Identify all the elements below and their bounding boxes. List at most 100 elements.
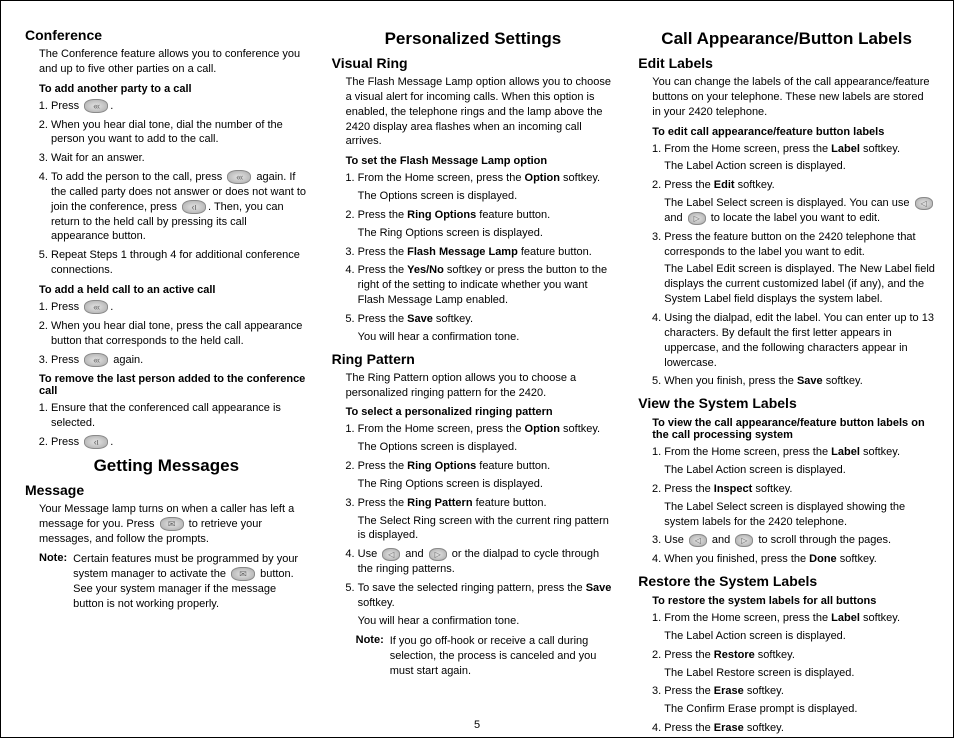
list-item: Ensure that the conferenced call appeara… [51,401,308,431]
result-text: The Options screen is displayed. [358,440,615,455]
text: and [709,534,733,546]
text: From the Home screen, press the [358,423,525,435]
bold-text: Inspect [714,483,753,495]
text: again. [110,354,143,366]
right-arrow-icon [735,534,753,547]
list-item: Press the Restore softkey.The Label Rest… [664,648,935,681]
text: The Label Select screen is displayed. Yo… [664,197,912,209]
text: softkey. [560,423,600,435]
note-label: Note: [356,634,390,679]
result-text: You will hear a confirmation tone. [358,614,615,629]
ring-pattern-steps: From the Home screen, press the Option s… [332,422,615,628]
text: Press the [358,264,408,276]
bold-text: Label [831,612,860,624]
text: softkey. [560,172,600,184]
bold-text: Save [586,582,612,594]
result-text: The Label Select screen is displayed. Yo… [664,196,935,226]
ring-pattern-proc-heading: To select a personalized ringing pattern [332,406,615,418]
text: Press the [358,497,408,509]
list-item: Press the Inspect softkey.The Label Sele… [664,482,935,530]
list-item: When you hear dial tone, dial the number… [51,118,308,148]
result-text: The Ring Options screen is displayed. [358,226,615,241]
message-heading: Message [25,482,308,498]
view-labels-proc-heading: To view the call appearance/feature butt… [638,417,935,441]
list-item: From the Home screen, press the Label so… [664,611,935,644]
message-note: Note: Certain features must be programme… [25,552,308,611]
text: From the Home screen, press the [664,612,831,624]
conference-intro: The Conference feature allows you to con… [25,47,308,77]
bold-text: Label [831,446,860,458]
bold-text: Erase [714,685,744,697]
left-arrow-icon [915,197,933,210]
conference-button-icon [84,353,108,367]
column-2: Personalized Settings Visual Ring The Fl… [332,23,615,725]
list-item: Press the Ring Pattern feature button.Th… [358,496,615,544]
list-item: Use and or the dialpad to cycle through … [358,547,615,577]
bold-text: Ring Options [407,209,476,221]
bold-text: Flash Message Lamp [407,246,518,258]
add-held-heading: To add a held call to an active call [25,284,308,296]
result-text: The Label Action screen is displayed. [664,159,935,174]
conference-button-icon [227,170,251,184]
restore-labels-heading: Restore the System Labels [638,573,935,589]
list-item: From the Home screen, press the Label so… [664,445,935,478]
edit-labels-heading: Edit Labels [638,55,935,71]
text: From the Home screen, press the [664,446,831,458]
text: feature button. [476,209,550,221]
result-text: The Label Select screen is displayed sho… [664,500,935,530]
text: From the Home screen, press the [358,172,525,184]
bold-text: Ring Pattern [407,497,472,509]
list-item: Press . [51,99,308,114]
page-number: 5 [1,719,953,731]
message-body: Your Message lamp turns on when a caller… [25,502,308,547]
bold-text: Save [407,313,433,325]
message-button-icon [160,517,184,531]
text: softkey. [860,143,900,155]
list-item: Press the Ring Options feature button.Th… [358,459,615,492]
text: To save the selected ringing pattern, pr… [358,582,586,594]
text: Press [51,100,82,112]
right-arrow-icon [429,548,447,561]
remove-last-heading: To remove the last person added to the c… [25,373,308,397]
text: Press the [358,460,408,472]
conference-title: Conference [25,27,308,43]
list-item: Press the Erase softkey.The Confirm Eras… [664,684,935,717]
edit-labels-steps: From the Home screen, press the Label so… [638,142,935,390]
list-item: Press the Yes/No softkey or press the bu… [358,263,615,308]
list-item: To add the person to the call, press aga… [51,170,308,244]
text: Use [358,548,381,560]
right-arrow-icon [688,212,706,225]
bold-text: Done [809,553,837,565]
drop-button-icon [84,435,108,449]
text: and [664,212,685,224]
text: . [110,436,113,448]
bold-text: Yes/No [407,264,444,276]
text: feature button. [518,246,592,258]
text: softkey. [752,483,792,495]
text: Press the [664,179,714,191]
manual-page: Conference The Conference feature allows… [0,0,954,738]
text: softkey. [735,179,775,191]
result-text: The Label Action screen is displayed. [664,463,935,478]
ring-pattern-intro: The Ring Pattern option allows you to ch… [332,371,615,401]
list-item: Press the Ring Options feature button. Th… [358,208,615,241]
result-text: The Label Action screen is displayed. [664,629,935,644]
bold-text: Ring Options [407,460,476,472]
bold-text: Save [797,375,823,387]
list-item: Wait for an answer. [51,151,308,166]
text: softkey. [744,685,784,697]
text: softkey. [358,597,395,609]
text: Press the [358,246,408,258]
text: Press the [358,209,408,221]
text: When you finish, press the [664,375,797,387]
visual-ring-proc-heading: To set the Flash Message Lamp option [332,155,615,167]
result-text: The Options screen is displayed. [358,189,615,204]
list-item: Use and to scroll through the pages. [664,533,935,548]
result-text: The Label Edit screen is displayed. The … [664,262,935,307]
text: softkey. [433,313,473,325]
list-item: To save the selected ringing pattern, pr… [358,581,615,629]
bold-text: Label [831,143,860,155]
bold-text: Option [525,172,560,184]
list-item: Press . [51,435,308,450]
text: feature button. [473,497,547,509]
